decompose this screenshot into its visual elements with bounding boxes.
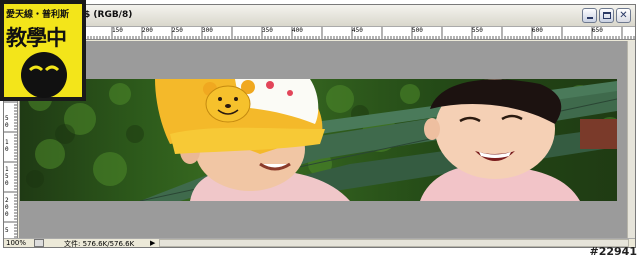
ruler-label: 350 (262, 27, 273, 34)
ruler-label: 0 (5, 122, 9, 129)
ruler-label: 600 (532, 27, 543, 34)
photo-content (26, 79, 617, 201)
horizontal-ruler[interactable]: 150 200 250 300 350 400 450 500 550 600 … (18, 27, 635, 40)
document-size: 文件: 576.6K/576.6K (64, 240, 135, 248)
doc-info-icon[interactable] (34, 239, 44, 247)
zoom-level[interactable]: 100% (6, 239, 26, 247)
maximize-button[interactable] (599, 8, 614, 23)
ruler-label: 0 (5, 146, 9, 153)
ruler-label: 150 (112, 27, 123, 34)
ruler-label: 0 (5, 180, 9, 187)
canvas-workspace[interactable] (19, 41, 627, 238)
ruler-label: 500 (412, 27, 423, 34)
ruler-label: 250 (172, 27, 183, 34)
horizontal-scrollbar[interactable] (159, 239, 629, 247)
ruler-label: 200 (142, 27, 153, 34)
window-controls: ✕ (582, 8, 631, 23)
ruler-label: 650 (592, 27, 603, 34)
title-bar[interactable]: $ (RGB/8) ✕ (4, 5, 635, 27)
ruler-label: 550 (472, 27, 483, 34)
ruler-label: 0 (5, 211, 9, 218)
vertical-scrollbar[interactable] (627, 41, 635, 238)
image-watermark: #22941 (589, 245, 638, 258)
arrow-right-icon[interactable]: ▶ (150, 239, 155, 247)
status-bar: 100% 文件: 576.6K/576.6K ▶ (4, 238, 635, 248)
maximize-icon (602, 12, 611, 19)
teaching-logo: 愛天線・普利斯 教學中 (0, 0, 86, 101)
logo-top-text: 愛天線・普利斯 (6, 10, 70, 20)
photoshop-document-window: $ (RGB/8) ✕ 150 200 250 300 350 400 450 … (3, 4, 636, 248)
ruler-label: 5 (5, 227, 9, 234)
document-image[interactable] (20, 79, 617, 201)
close-button[interactable]: ✕ (616, 8, 631, 23)
ruler-label: 300 (202, 27, 213, 34)
ruler-label: 400 (292, 27, 303, 34)
minimize-icon (586, 17, 593, 19)
logo-main-text: 教學中 (6, 26, 67, 50)
close-icon: ✕ (619, 9, 628, 21)
ruler-label: 450 (352, 27, 363, 34)
minimize-button[interactable] (582, 8, 597, 23)
window-title: $ (RGB/8) (84, 10, 133, 20)
